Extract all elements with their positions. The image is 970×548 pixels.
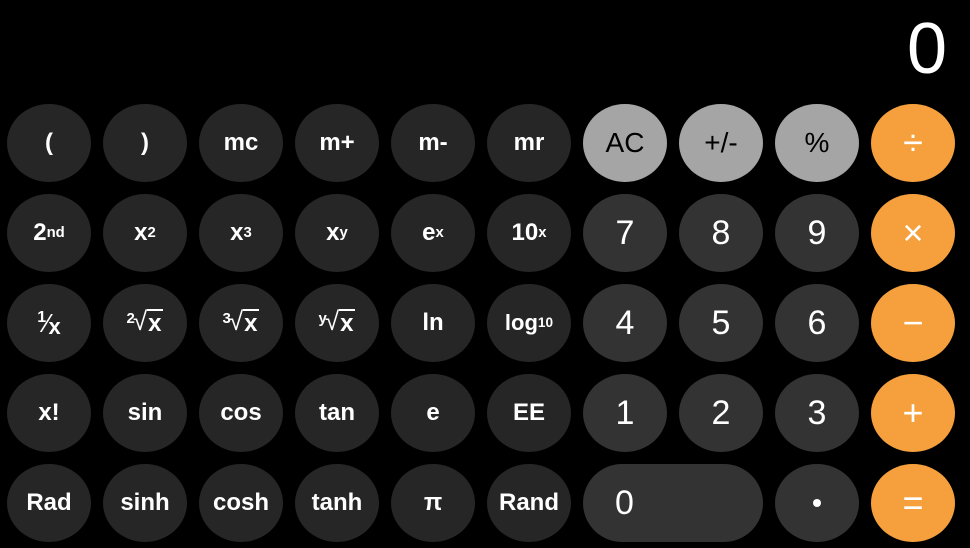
display-area: 0 xyxy=(0,0,970,98)
keypad-row: x! sin cos tan e EE 1 2 3 + xyxy=(0,368,970,458)
display-value: 0 xyxy=(906,9,947,89)
key-divide[interactable]: ÷ xyxy=(871,104,955,182)
key-reciprocal[interactable]: 1 ⁄ x xyxy=(7,284,91,362)
calculator-app: 0 ( ) mc m+ m- mr AC +/- % ÷ 2nd x2 x 3 … xyxy=(0,0,970,546)
cube-root-glyph: 3 √ x xyxy=(223,305,260,337)
key-tangent[interactable]: tan xyxy=(295,374,379,452)
key-e-to-x[interactable]: ex xyxy=(391,194,475,272)
key-x-to-y[interactable]: xy xyxy=(295,194,379,272)
key-cube-root[interactable]: 3 √ x xyxy=(199,284,283,362)
root-operand: x xyxy=(243,308,260,337)
key-square-root[interactable]: 2 √ x xyxy=(103,284,187,362)
keypad-row: 2nd x2 x3 xy ex 10 x 7 8 9 × xyxy=(0,188,970,278)
key-memory-recall[interactable]: mr xyxy=(487,104,571,182)
key-percent[interactable]: % xyxy=(775,104,859,182)
key-cosine[interactable]: cos xyxy=(199,374,283,452)
keypad-row: Rad sinh cosh tanh π Rand 0 = xyxy=(0,458,970,548)
minus-icon: − xyxy=(902,302,924,343)
key-open-paren[interactable]: ( xyxy=(7,104,91,182)
multiply-icon: × xyxy=(902,212,924,253)
key-digit-7[interactable]: 7 xyxy=(583,194,667,272)
keypad: ( ) mc m+ m- mr AC +/- % ÷ 2nd x2 x3 x y… xyxy=(0,98,970,546)
key-exponent-ee[interactable]: EE xyxy=(487,374,571,452)
key-digit-9[interactable]: 9 xyxy=(775,194,859,272)
key-log-base-10[interactable]: log 10 xyxy=(487,284,571,362)
key-all-clear[interactable]: AC xyxy=(583,104,667,182)
radical-sign-icon: √ xyxy=(324,305,340,336)
key-radians[interactable]: Rad xyxy=(7,464,91,542)
nth-root-glyph: y √ x xyxy=(319,305,356,337)
key-euler-number[interactable]: e xyxy=(391,374,475,452)
key-digit-4[interactable]: 4 xyxy=(583,284,667,362)
key-decimal-point[interactable] xyxy=(775,464,859,542)
key-e-to-x-base: e xyxy=(422,219,436,246)
key-factorial[interactable]: x! xyxy=(7,374,91,452)
key-natural-log[interactable]: ln xyxy=(391,284,475,362)
key-digit-0[interactable]: 0 xyxy=(583,464,763,542)
key-sinh[interactable]: sinh xyxy=(103,464,187,542)
root-operand: x xyxy=(147,308,164,337)
key-x-squared-base: x xyxy=(134,219,148,246)
key-x-cubed[interactable]: x3 xyxy=(199,194,283,272)
key-memory-subtract[interactable]: m- xyxy=(391,104,475,182)
radical-sign-icon: √ xyxy=(228,305,244,336)
key-random[interactable]: Rand xyxy=(487,464,571,542)
key-sine[interactable]: sin xyxy=(103,374,187,452)
key-x-to-y-base: x xyxy=(326,219,340,246)
key-subtract[interactable]: − xyxy=(871,284,955,362)
key-second-base: 2 xyxy=(33,219,47,246)
key-tanh[interactable]: tanh xyxy=(295,464,379,542)
decimal-point-icon xyxy=(813,499,821,507)
reciprocal-numerator: 1 xyxy=(37,309,47,326)
key-digit-6[interactable]: 6 xyxy=(775,284,859,362)
key-memory-add[interactable]: m+ xyxy=(295,104,379,182)
plus-icon: + xyxy=(902,392,924,433)
radical-sign-icon: √ xyxy=(132,305,148,336)
reciprocal-glyph: 1 ⁄ x xyxy=(37,309,61,339)
key-nth-root[interactable]: y √ x xyxy=(295,284,379,362)
key-digit-2[interactable]: 2 xyxy=(679,374,763,452)
key-x-squared[interactable]: x2 xyxy=(103,194,187,272)
key-memory-clear[interactable]: mc xyxy=(199,104,283,182)
root-operand: x xyxy=(339,308,356,337)
key-second[interactable]: 2nd xyxy=(7,194,91,272)
key-digit-5[interactable]: 5 xyxy=(679,284,763,362)
key-log-base: log xyxy=(504,310,538,335)
key-ten-to-x-base: 10 xyxy=(511,219,539,246)
key-digit-3[interactable]: 3 xyxy=(775,374,859,452)
reciprocal-denominator: x xyxy=(48,314,61,339)
key-add[interactable]: + xyxy=(871,374,955,452)
key-ten-to-x[interactable]: 10 x xyxy=(487,194,571,272)
keypad-row: ( ) mc m+ m- mr AC +/- % ÷ xyxy=(0,98,970,188)
equals-icon: = xyxy=(902,482,924,523)
key-equals[interactable]: = xyxy=(871,464,955,542)
key-pi[interactable]: π xyxy=(391,464,475,542)
key-digit-1[interactable]: 1 xyxy=(583,374,667,452)
key-sign-toggle[interactable]: +/- xyxy=(679,104,763,182)
key-digit-8[interactable]: 8 xyxy=(679,194,763,272)
divide-icon: ÷ xyxy=(903,122,923,163)
key-x-cubed-base: x xyxy=(230,219,244,246)
key-multiply[interactable]: × xyxy=(871,194,955,272)
keypad-row: 1 ⁄ x 2 √ x 3 √ x y √ x ln log 10 4 5 6 … xyxy=(0,278,970,368)
square-root-glyph: 2 √ x xyxy=(127,305,164,337)
key-close-paren[interactable]: ) xyxy=(103,104,187,182)
key-cosh[interactable]: cosh xyxy=(199,464,283,542)
